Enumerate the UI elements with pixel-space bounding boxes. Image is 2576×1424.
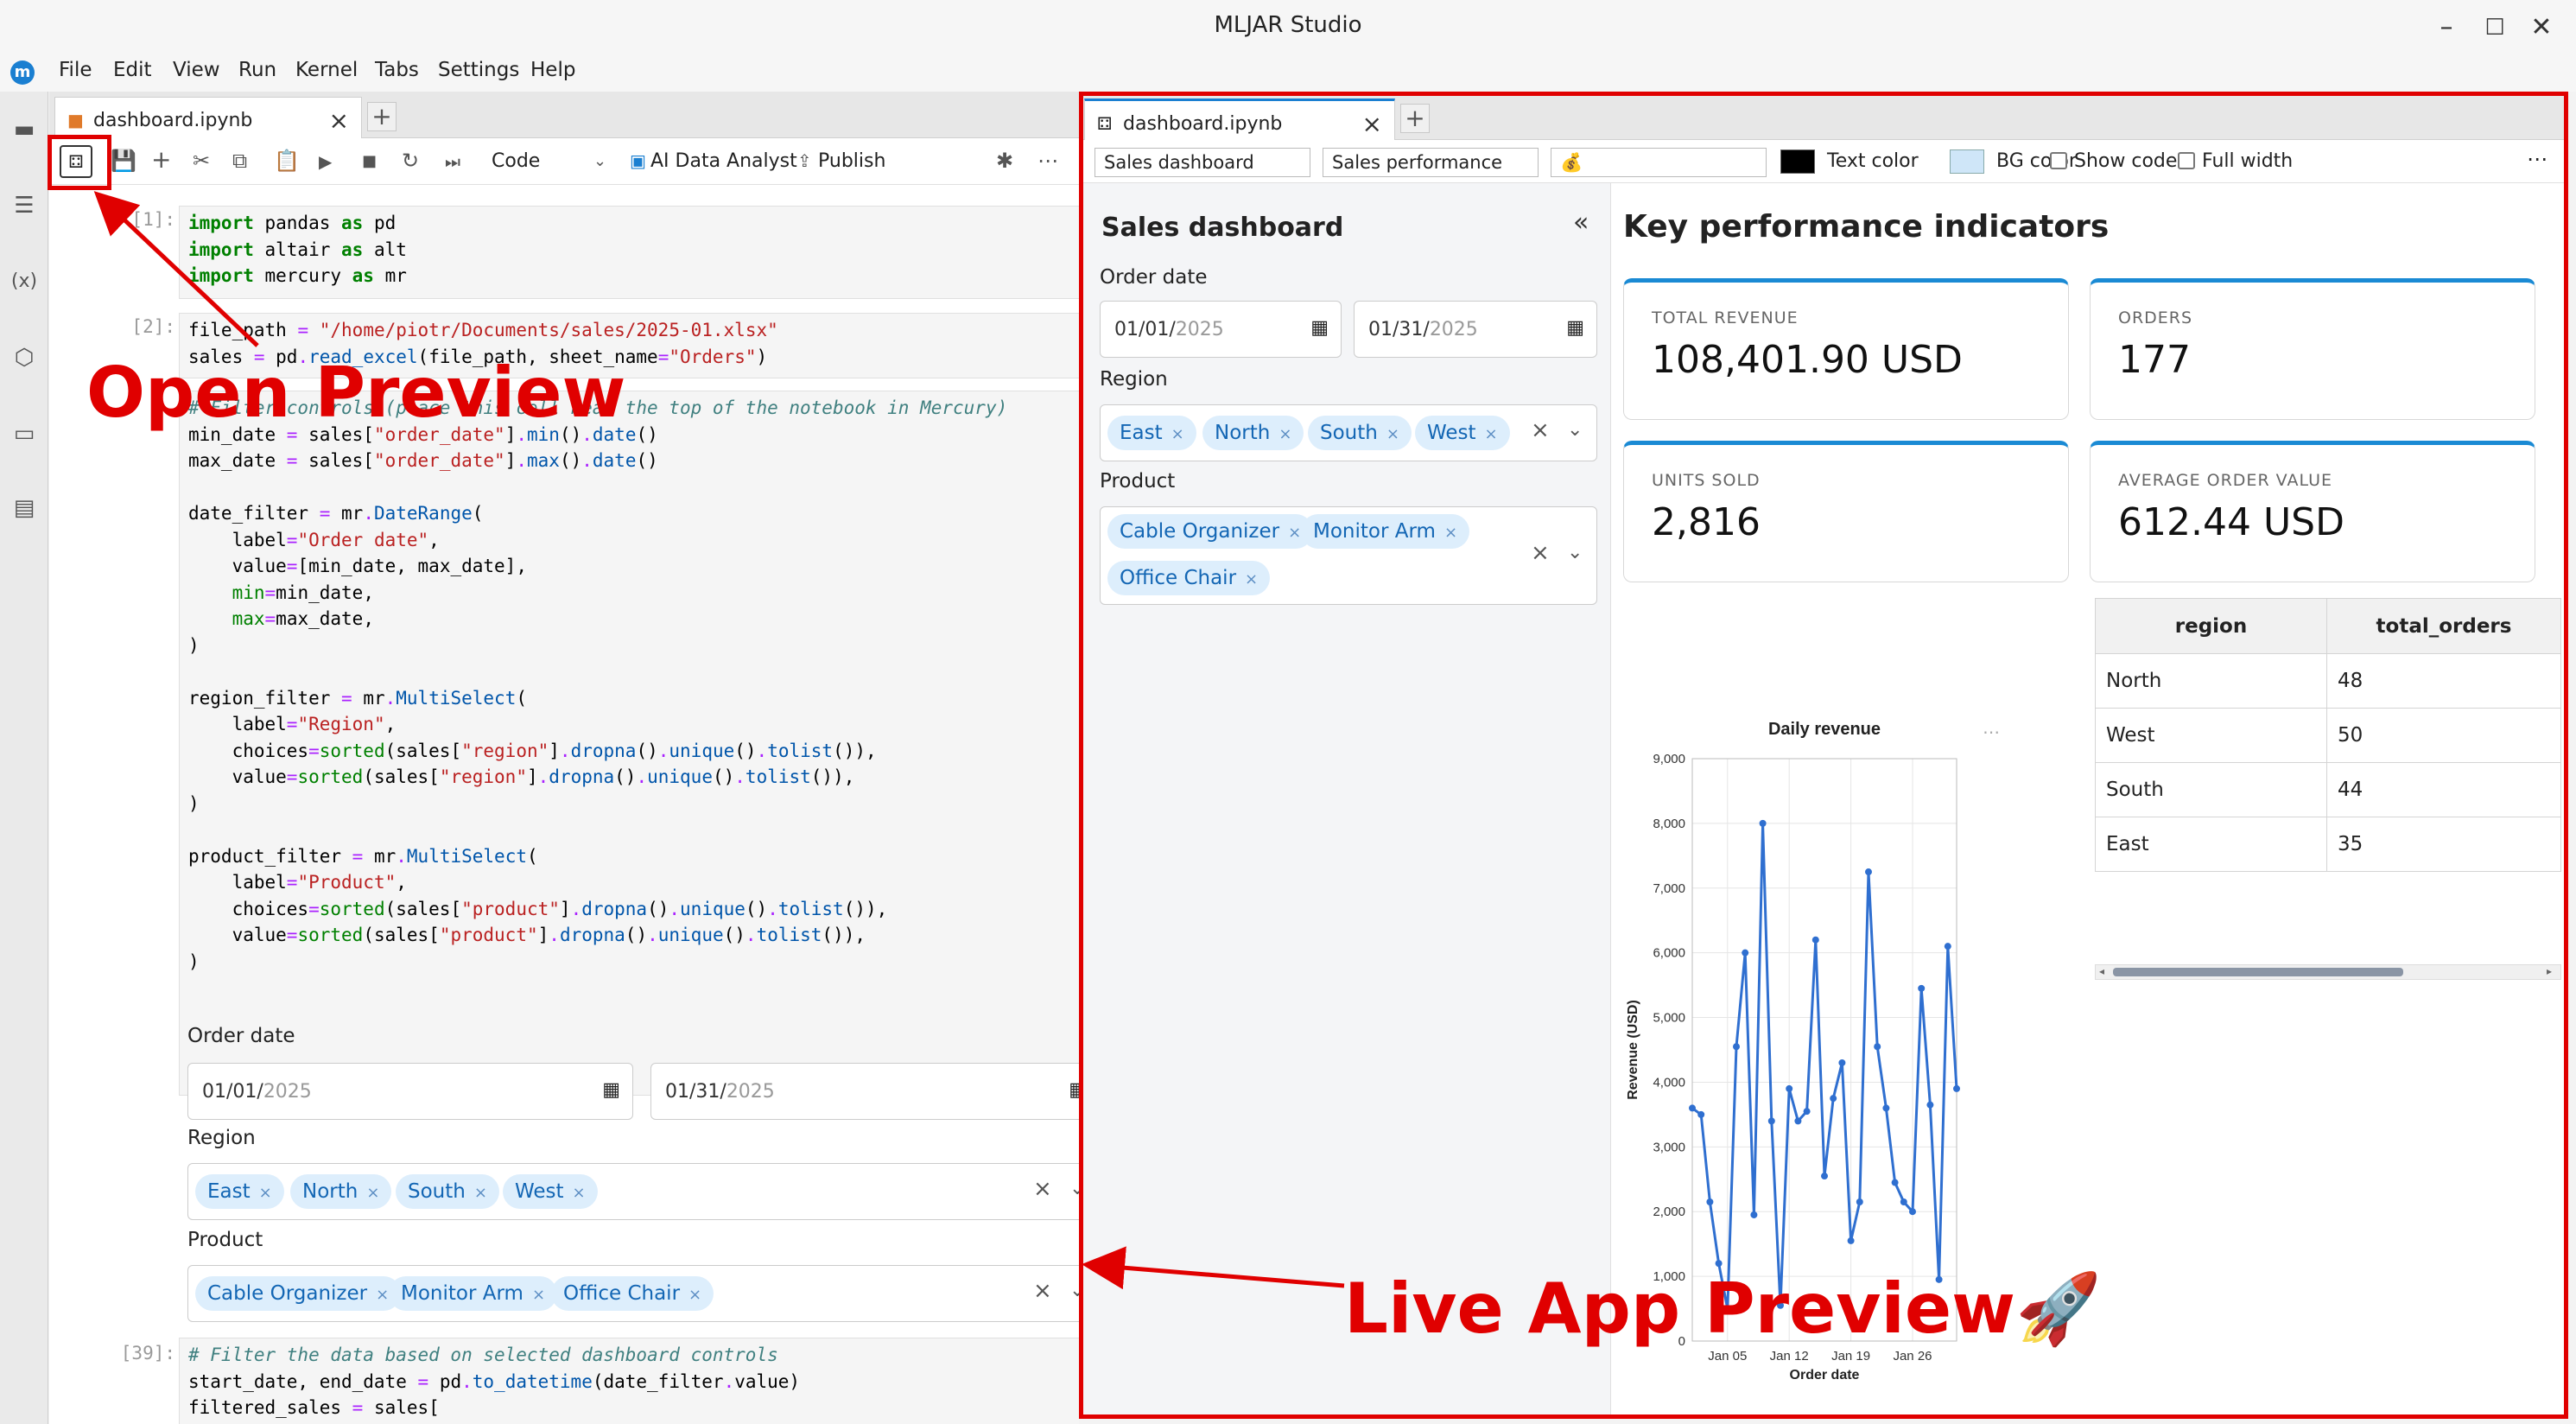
table-of-contents-icon[interactable]: ☰ bbox=[9, 190, 40, 221]
maximize-icon[interactable]: ☐ bbox=[2478, 10, 2512, 45]
close-tab-icon[interactable]: × bbox=[329, 106, 349, 135]
extensions-icon[interactable]: ⬡ bbox=[9, 342, 40, 373]
calendar-icon[interactable]: ▦ bbox=[1069, 1079, 1079, 1101]
notebook-panel: ■ dashboard.ipynb × + 💾 + ✂ ⧉ 📋 ▶ ■ ↻ ⏭ … bbox=[49, 92, 1079, 1424]
live-preview-highlight-box bbox=[1079, 92, 2568, 1419]
chip-north[interactable]: North × bbox=[290, 1174, 392, 1209]
chip-east[interactable]: East × bbox=[195, 1174, 284, 1209]
chat-icon[interactable]: ▤ bbox=[9, 493, 40, 524]
chip-monitor-arm[interactable]: Monitor Arm × bbox=[389, 1276, 558, 1311]
close-icon[interactable]: ✕ bbox=[2524, 10, 2559, 45]
notebook-tab-label: dashboard.ipynb bbox=[93, 110, 253, 131]
code-cell-filters[interactable]: # Filter controls (place this cell near … bbox=[179, 391, 1079, 1096]
ai-data-analyst-button[interactable]: AI Data Analyst bbox=[650, 150, 797, 172]
menu-edit[interactable]: Edit bbox=[113, 59, 152, 81]
live-preview-annotation: Live App Preview🚀 bbox=[1344, 1268, 2102, 1349]
ai-analyst-icon: ▣ bbox=[630, 150, 646, 171]
chip-office-chair[interactable]: Office Chair × bbox=[551, 1276, 714, 1311]
add-tab-button[interactable]: + bbox=[367, 102, 397, 131]
menu-view[interactable]: View bbox=[173, 59, 220, 81]
minimize-icon[interactable]: – bbox=[2429, 10, 2464, 45]
notebook-tab[interactable]: ■ dashboard.ipynb × bbox=[54, 97, 362, 138]
restart-icon[interactable]: ↻ bbox=[402, 149, 419, 173]
window-title: MLJAR Studio bbox=[1214, 12, 1362, 38]
cell-type-select[interactable]: Code bbox=[492, 150, 540, 172]
insert-cell-icon[interactable]: + bbox=[151, 145, 171, 174]
product-label: Product bbox=[187, 1229, 263, 1251]
app-logo-icon: m bbox=[10, 60, 35, 85]
code-cell-filter-data[interactable]: # Filter the data based on selected dash… bbox=[179, 1338, 1079, 1424]
chevron-down-icon[interactable]: ⌄ bbox=[593, 152, 606, 170]
calendar-icon[interactable]: ▦ bbox=[602, 1079, 620, 1101]
variables-icon[interactable]: (x) bbox=[9, 266, 40, 297]
cell-prompt: [1]: bbox=[131, 209, 175, 230]
chip-cable-organizer[interactable]: Cable Organizer × bbox=[195, 1276, 402, 1311]
paste-icon[interactable]: 📋 bbox=[274, 149, 300, 173]
debugger-icon[interactable]: ✱ bbox=[996, 149, 1013, 173]
cell-prompt: [2]: bbox=[131, 316, 175, 337]
folder-icon[interactable]: ▬ bbox=[9, 114, 40, 145]
notebook-tab-strip: ■ dashboard.ipynb × + bbox=[49, 92, 1079, 138]
chevron-down-icon[interactable]: ⌄ bbox=[1069, 1280, 1079, 1301]
run-icon[interactable]: ▶ bbox=[319, 151, 332, 172]
code-cell-imports[interactable]: import pandas as pd import altair as alt… bbox=[179, 206, 1079, 299]
clear-icon[interactable]: × bbox=[1033, 1278, 1052, 1304]
chip-west[interactable]: West × bbox=[503, 1174, 598, 1209]
window-title-bar: MLJAR Studio – ☐ ✕ bbox=[0, 0, 2576, 54]
region-multiselect[interactable]: East × North × South × West × × ⌄ bbox=[187, 1163, 1079, 1220]
save-icon[interactable]: 💾 bbox=[111, 149, 136, 173]
activity-bar: ▬ ☰ (x) ⬡ ▭ ▤ bbox=[0, 92, 48, 1424]
menu-kernel[interactable]: Kernel bbox=[295, 59, 358, 81]
more-options-icon[interactable]: ⋯ bbox=[1037, 149, 1058, 173]
menu-bar: m File Edit View Run Kernel Tabs Setting… bbox=[0, 54, 2576, 92]
notebook-toolbar: 💾 + ✂ ⧉ 📋 ▶ ■ ↻ ⏭ Code ⌄ ▣ AI Data Analy… bbox=[49, 138, 1079, 185]
chevron-down-icon[interactable]: ⌄ bbox=[1069, 1178, 1079, 1199]
copy-icon[interactable]: ⧉ bbox=[232, 149, 247, 173]
menu-tabs[interactable]: Tabs bbox=[375, 59, 419, 81]
cell-prompt: [39]: bbox=[120, 1343, 175, 1364]
chip-south[interactable]: South × bbox=[396, 1174, 499, 1209]
publish-icon: ⇪ bbox=[797, 150, 812, 171]
publish-button[interactable]: Publish bbox=[818, 150, 885, 172]
end-date-input[interactable]: 01/31/2025 ▦ bbox=[650, 1063, 1079, 1120]
product-multiselect[interactable]: Cable Organizer × Monitor Arm × Office Cha… bbox=[187, 1265, 1079, 1322]
menu-run[interactable]: Run bbox=[238, 59, 276, 81]
cut-icon[interactable]: ✂ bbox=[193, 149, 210, 173]
start-date-input[interactable]: 01/01/2025 ▦ bbox=[187, 1063, 633, 1120]
menu-help[interactable]: Help bbox=[530, 59, 575, 81]
menu-file[interactable]: File bbox=[59, 59, 92, 81]
notebook-file-icon: ■ bbox=[67, 110, 84, 130]
order-date-label: Order date bbox=[187, 1025, 295, 1047]
region-label: Region bbox=[187, 1127, 256, 1149]
clear-icon[interactable]: × bbox=[1033, 1176, 1052, 1202]
menu-settings[interactable]: Settings bbox=[438, 59, 519, 81]
open-preview-highlight-box bbox=[48, 135, 111, 190]
open-preview-annotation: Open Preview bbox=[86, 353, 626, 433]
stop-icon[interactable]: ■ bbox=[362, 152, 377, 170]
run-all-icon[interactable]: ⏭ bbox=[445, 151, 460, 172]
toolbox-icon[interactable]: ▭ bbox=[9, 418, 40, 449]
